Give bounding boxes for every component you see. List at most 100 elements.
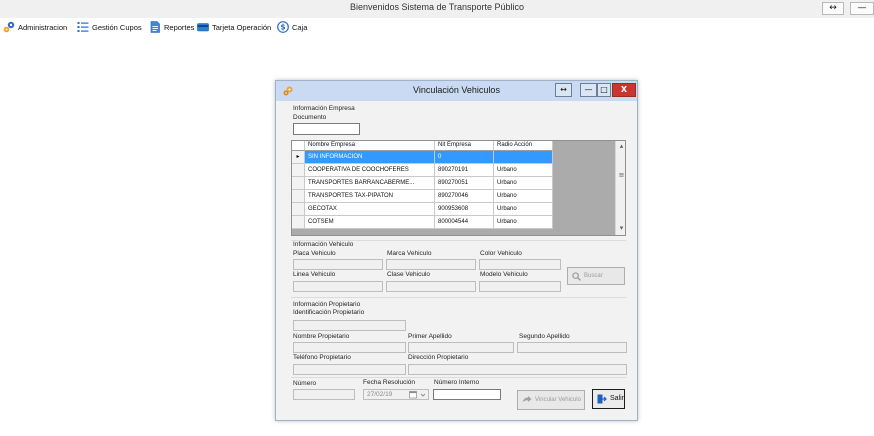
row-selector[interactable] — [292, 190, 305, 203]
vehiculo-section-title: Información Vehiculo — [293, 241, 354, 248]
scroll-down-icon[interactable]: ▾ — [616, 224, 625, 232]
menu-tarjeta-operacion[interactable]: Tarjeta Operación — [197, 19, 271, 35]
cell-nit: 890270191 — [435, 164, 494, 177]
cell-nit: 890270046 — [435, 190, 494, 203]
dialog-title-bar[interactable]: Vinculación Vehiculos ↔ — □ X — [276, 81, 637, 101]
cell-nit: 800004544 — [435, 216, 494, 229]
row-selector[interactable] — [292, 164, 305, 177]
nombre-propietario-label: Nombre Propietario — [293, 333, 350, 340]
gears-icon — [3, 21, 15, 33]
marca-label: Marca Vehiculo — [387, 250, 432, 257]
salir-button[interactable]: Salir — [592, 389, 625, 409]
column-header[interactable]: Nombre Empresa — [305, 141, 435, 151]
cell-radio: Urbano — [494, 177, 553, 190]
calendar-icon[interactable] — [409, 391, 418, 399]
fecha-value: 27/02/19 — [367, 391, 393, 398]
identificacion-field[interactable] — [293, 320, 406, 331]
documento-label: Documento — [293, 114, 327, 121]
vinculacion-dialog: Vinculación Vehiculos ↔ — □ X Informació… — [275, 80, 638, 421]
menu-bar: Administracion Gestión Cupos Reportes Ta… — [0, 18, 874, 36]
chevron-down-icon[interactable] — [420, 392, 426, 398]
propietario-section-title: Información Propietario — [293, 301, 361, 308]
linea-field[interactable] — [293, 281, 383, 292]
cell-radio: Urbano — [494, 216, 553, 229]
dialog-minimize-button[interactable]: — — [580, 83, 597, 97]
cell-nit: 890270051 — [435, 177, 494, 190]
empresa-section-title: Información Empresa — [293, 105, 355, 112]
telefono-field[interactable] — [293, 364, 406, 375]
identificacion-label: Identificación Propietario — [293, 309, 365, 316]
menu-caja[interactable]: $ Caja — [277, 19, 307, 35]
modelo-label: Modelo Vehiculo — [480, 271, 528, 278]
list-icon — [77, 22, 89, 32]
restore-button[interactable]: ↔ — [822, 2, 844, 15]
buscar-button[interactable]: Buscar — [567, 267, 625, 285]
grid-corner — [292, 141, 305, 151]
segundo-apellido-field[interactable] — [517, 342, 627, 353]
column-header[interactable]: Nit Empresa — [435, 141, 494, 151]
scroll-up-icon[interactable]: ▴ — [616, 142, 625, 150]
primer-apellido-label: Primer Apellido — [408, 333, 452, 340]
dialog-expand-button[interactable]: ↔ — [555, 83, 572, 97]
telefono-label: Teléfono Propietario — [293, 354, 351, 361]
row-selector[interactable] — [292, 216, 305, 229]
menu-gestion-cupos[interactable]: Gestión Cupos — [77, 19, 142, 35]
modelo-field[interactable] — [479, 281, 561, 292]
card-icon — [197, 23, 209, 32]
buscar-label: Buscar — [584, 273, 603, 279]
menu-label: Caja — [292, 22, 308, 32]
nombre-propietario-field[interactable] — [293, 342, 406, 353]
menu-label: Tarjeta Operación — [212, 22, 272, 32]
row-selector[interactable]: ▸ — [292, 151, 305, 164]
linea-label: Linea Vehiculo — [293, 271, 336, 278]
section-divider — [291, 297, 626, 298]
cell-nombre: COTSEM — [305, 216, 435, 229]
primer-apellido-field[interactable] — [408, 342, 514, 353]
clase-field[interactable] — [386, 281, 476, 292]
cell-nombre: COOPERATIVA DE COOCHOFERES — [305, 164, 435, 177]
numero-interno-input[interactable] — [433, 389, 501, 400]
grid-vertical-scrollbar[interactable]: ▴ ≡ ▾ — [615, 141, 625, 235]
cell-nombre: GECOTAX — [305, 203, 435, 216]
app-title: Bienvenidos Sistema de Transporte Públic… — [349, 2, 525, 12]
numero-interno-label: Número Interno — [434, 379, 480, 386]
cell-radio — [494, 151, 553, 164]
empresas-grid[interactable]: Nombre Empresa Nit Empresa Radio Acción … — [291, 140, 626, 236]
dialog-close-button[interactable]: X — [612, 83, 636, 97]
cell-radio: Urbano — [494, 190, 553, 203]
fecha-resolucion-picker[interactable]: 27/02/19 — [363, 389, 429, 400]
clase-label: Clase Vehiculo — [387, 271, 430, 278]
row-selector[interactable] — [292, 203, 305, 216]
cell-nombre: TRANSPORTES BARRANCABERME... — [305, 177, 435, 190]
exit-icon — [597, 394, 607, 404]
minimize-button[interactable]: — — [850, 2, 874, 15]
color-field[interactable] — [479, 259, 561, 270]
document-icon — [150, 21, 160, 33]
arrow-right-icon — [522, 396, 532, 402]
row-selector[interactable] — [292, 177, 305, 190]
scroll-thumb-icon[interactable]: ≡ — [616, 171, 625, 179]
column-header[interactable]: Radio Acción — [494, 141, 553, 151]
cell-radio: Urbano — [494, 203, 553, 216]
dialog-maximize-button[interactable]: □ — [597, 83, 611, 97]
placa-field[interactable] — [293, 259, 383, 270]
svg-text:$: $ — [280, 23, 285, 32]
fecha-resolucion-label: Fecha Resolución — [363, 379, 416, 386]
cell-nombre: SIN INFORMACION — [305, 151, 435, 164]
cell-nit: 0 — [435, 151, 494, 164]
placa-label: Placa Vehiculo — [293, 250, 336, 257]
direccion-label: Dirección Propietario — [408, 354, 469, 361]
direccion-field[interactable] — [408, 364, 627, 375]
numero-field[interactable] — [293, 389, 355, 400]
app-title-bar: Bienvenidos Sistema de Transporte Públic… — [0, 0, 874, 18]
cash-icon: $ — [277, 21, 289, 33]
menu-administracion[interactable]: Administracion — [3, 19, 67, 35]
menu-reportes[interactable]: Reportes — [149, 19, 194, 35]
marca-field[interactable] — [386, 259, 476, 270]
menu-label: Administracion — [18, 22, 68, 32]
documento-input[interactable] — [293, 123, 360, 135]
menu-label: Gestión Cupos — [92, 22, 142, 32]
numero-label: Número — [293, 380, 317, 387]
vincular-vehiculo-button[interactable]: Vincular Vehiculo — [517, 390, 585, 410]
segundo-apellido-label: Segundo Apellido — [519, 333, 570, 340]
